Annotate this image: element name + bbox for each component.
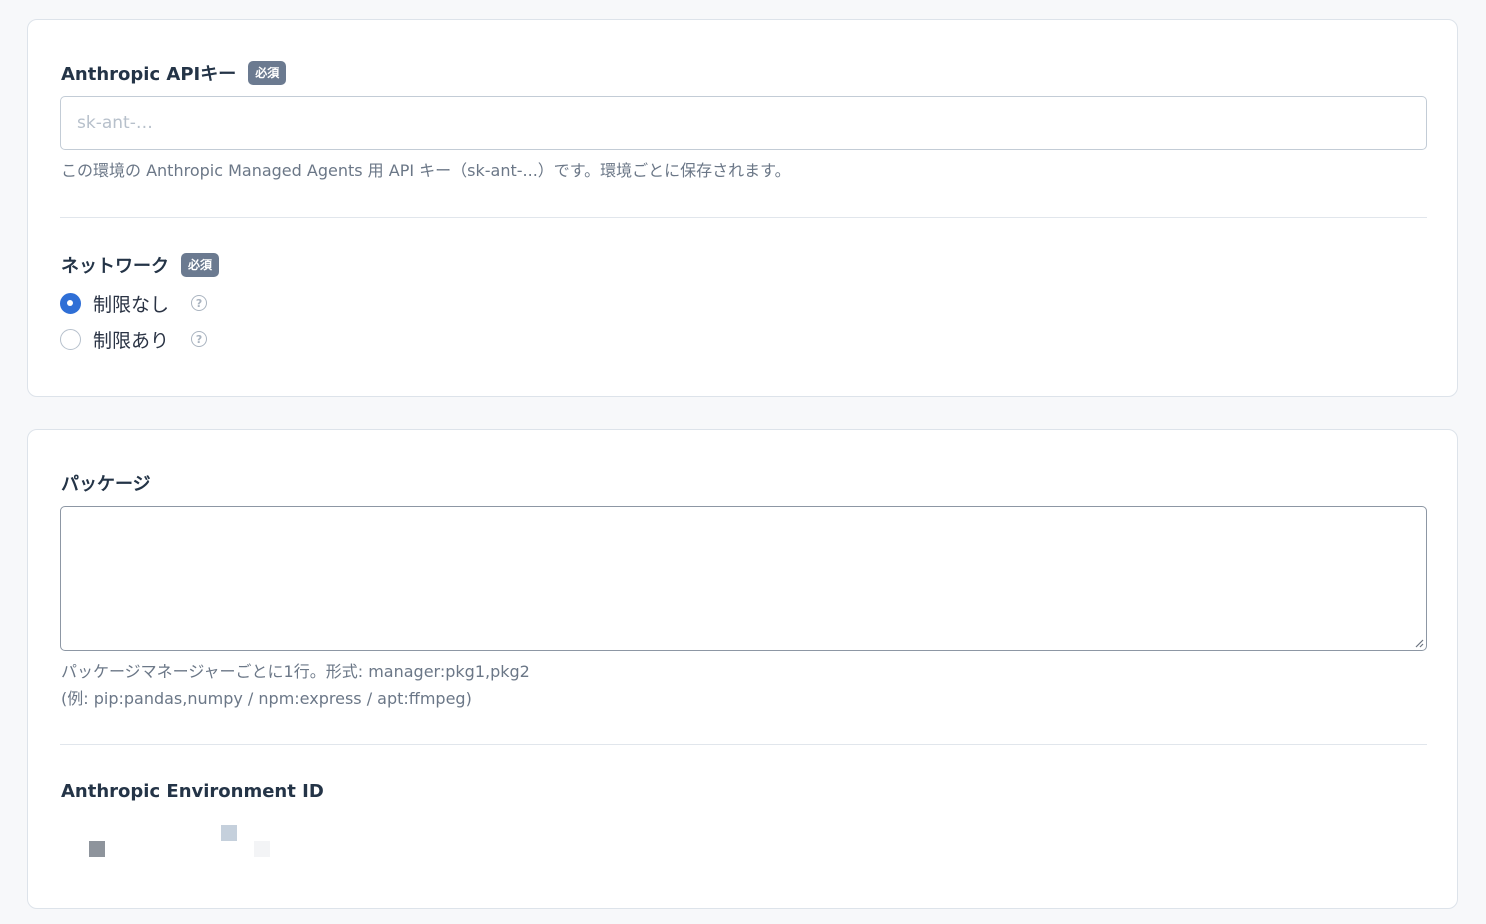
network-required-badge: 必須 xyxy=(181,253,220,277)
loading-square xyxy=(89,841,105,857)
question-circle-icon[interactable]: ? xyxy=(191,331,208,347)
packages-textarea[interactable] xyxy=(60,506,1427,651)
packages-environment-card: パッケージ パッケージマネージャーごとに1行。形式: manager:pkg1,… xyxy=(27,429,1458,909)
question-circle-icon[interactable]: ? xyxy=(191,295,208,311)
section-divider xyxy=(60,217,1427,218)
api-key-input[interactable] xyxy=(60,96,1427,150)
loading-square xyxy=(254,841,270,857)
packages-help-line1: パッケージマネージャーごとに1行。形式: manager:pkg1,pkg2 xyxy=(61,662,530,681)
network-option-unrestricted[interactable]: 制限なし ? xyxy=(60,291,208,316)
packages-help-line2: (例: pip:pandas,numpy / npm:express / apt… xyxy=(61,689,472,708)
api-key-help-text: この環境の Anthropic Managed Agents 用 API キー（… xyxy=(61,161,791,180)
api-key-label-row: Anthropic APIキー 必須 xyxy=(61,60,287,87)
loading-square xyxy=(221,825,237,841)
packages-label: パッケージ xyxy=(61,474,151,495)
api-network-card: Anthropic APIキー必須 この環境の Anthropic Manage… xyxy=(27,19,1458,397)
api-key-required-badge: 必須 xyxy=(248,61,287,85)
environment-id-label: Anthropic Environment ID xyxy=(61,781,324,802)
radio-restricted[interactable] xyxy=(60,328,81,350)
radio-restricted-label: 制限あり xyxy=(93,329,170,352)
api-key-label: Anthropic APIキー xyxy=(61,64,237,85)
radio-unrestricted[interactable] xyxy=(60,292,81,314)
radio-unrestricted-label: 制限なし xyxy=(93,293,170,316)
section-divider xyxy=(60,744,1427,745)
resize-handle-icon[interactable] xyxy=(1414,638,1424,648)
network-option-restricted[interactable]: 制限あり ? xyxy=(60,327,208,352)
network-label: ネットワーク xyxy=(61,256,169,277)
network-label-row: ネットワーク 必須 xyxy=(61,252,220,279)
